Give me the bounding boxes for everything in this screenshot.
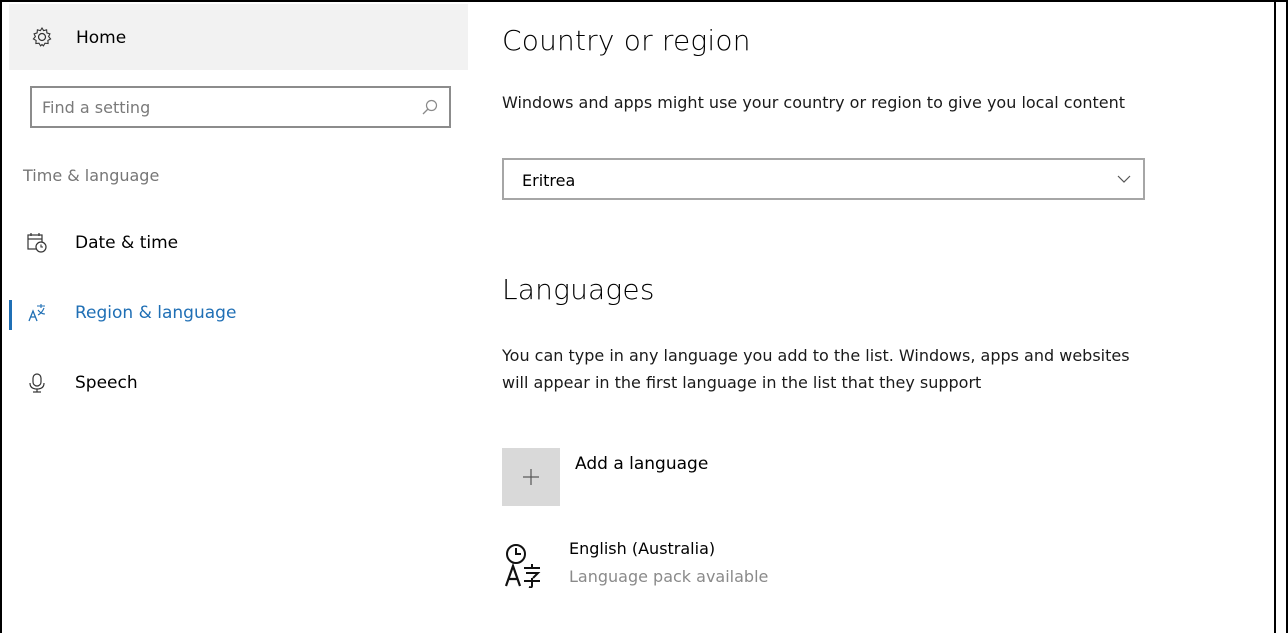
language-name[interactable]: English (Australia) xyxy=(569,539,715,558)
country-region-description: Windows and apps might use your country … xyxy=(502,93,1126,112)
add-language-label[interactable]: Add a language xyxy=(575,454,708,474)
sidebar: Home Find a setting Time & language Date… xyxy=(9,2,468,633)
plus-icon xyxy=(523,469,539,485)
country-region-heading: Country or region xyxy=(502,24,751,57)
home-label: Home xyxy=(76,28,127,48)
main-content: Country or region Windows and apps might… xyxy=(502,0,1262,633)
sidebar-item-label: Region & language xyxy=(75,303,237,323)
sidebar-item-label: Speech xyxy=(75,373,138,393)
calendar-clock-icon xyxy=(27,233,47,253)
language-status: Language pack available xyxy=(569,567,769,586)
languages-heading: Languages xyxy=(502,273,655,306)
languages-description: You can type in any language you add to … xyxy=(502,346,1130,392)
sidebar-item-date-time[interactable]: Date & time xyxy=(9,216,468,272)
search-input[interactable]: Find a setting xyxy=(30,86,451,128)
sidebar-item-label: Date & time xyxy=(75,233,179,253)
section-label: Time & language xyxy=(23,166,160,185)
region-language-icon xyxy=(28,304,46,322)
window-edge xyxy=(1274,0,1276,633)
add-language-button[interactable] xyxy=(502,448,560,506)
language-pack-icon xyxy=(504,544,541,588)
country-region-value: Eritrea xyxy=(522,171,576,190)
sidebar-item-speech[interactable]: Speech xyxy=(9,356,468,412)
search-placeholder: Find a setting xyxy=(42,98,151,117)
sidebar-item-region-language[interactable]: Region & language xyxy=(9,286,468,342)
active-indicator xyxy=(9,300,12,330)
microphone-icon xyxy=(29,373,45,393)
gear-icon xyxy=(32,26,52,47)
country-region-dropdown[interactable]: Eritrea xyxy=(502,158,1145,200)
home-nav-item[interactable]: Home xyxy=(9,4,468,70)
chevron-down-icon xyxy=(1117,175,1131,183)
search-icon[interactable] xyxy=(421,98,439,116)
